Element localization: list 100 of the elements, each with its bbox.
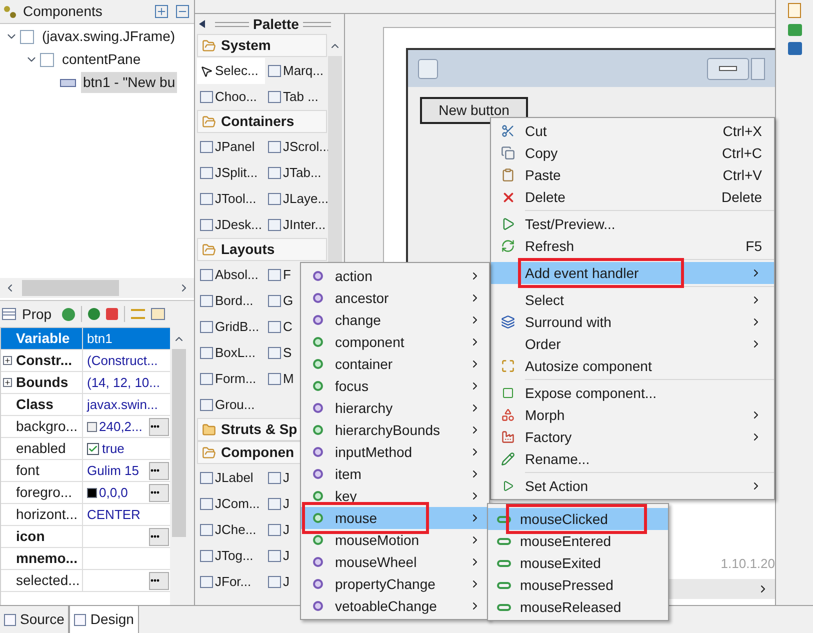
palette-item[interactable]: GridB... [197, 314, 265, 340]
menu-item[interactable]: mouseReleased [488, 596, 668, 618]
menu-item[interactable]: mouseExited [488, 552, 668, 574]
palette-item[interactable]: Grou... [197, 392, 265, 418]
edit-button[interactable] [149, 462, 169, 480]
menu-item[interactable]: mouseClicked [488, 508, 668, 530]
tree-item[interactable]: contentPane [60, 49, 143, 70]
edit-button[interactable] [149, 418, 169, 436]
palette-item[interactable]: JLabel [197, 465, 265, 491]
property-row[interactable]: enabled true [1, 438, 170, 460]
scissors-icon [501, 124, 515, 138]
menu-item[interactable]: Surround with [491, 311, 774, 333]
palette-item[interactable]: Tab ... [265, 84, 329, 110]
palette-item[interactable]: JInter... [265, 212, 329, 238]
palette-item[interactable]: JTool... [197, 186, 265, 212]
property-name: backgro... [16, 417, 78, 436]
menu-item[interactable]: mouseEntered [488, 530, 668, 552]
edit-button[interactable] [149, 484, 169, 502]
property-row[interactable]: Variable btn1 [1, 328, 170, 350]
menu-item[interactable]: Set Action [491, 475, 774, 497]
edit-button[interactable] [149, 572, 169, 590]
table-icon [2, 308, 16, 320]
widget-icon [200, 373, 213, 385]
property-row[interactable]: selected... [1, 570, 170, 592]
widget-icon [268, 347, 281, 359]
menu-item[interactable]: mousePressed [488, 574, 668, 596]
property-row[interactable]: Constr... (Construct... [1, 350, 170, 372]
widget-icon [200, 321, 213, 333]
property-row[interactable]: font Gulim 15 [1, 460, 170, 482]
edit-button[interactable] [149, 528, 169, 546]
tree-item[interactable]: (javax.swing.JFrame) [40, 26, 178, 47]
widget-icon [268, 65, 281, 77]
widget-icon [200, 193, 213, 205]
minimize-button[interactable] [707, 58, 749, 80]
palette-item[interactable]: JChe... [197, 517, 265, 543]
menu-item[interactable]: Morph [491, 404, 774, 426]
refresh-icon [501, 239, 515, 253]
expand-icon[interactable] [3, 378, 12, 387]
menu-item[interactable]: vetoableChange [301, 595, 489, 617]
components-icon [3, 4, 17, 18]
menu-item[interactable]: Refresh F5 [491, 235, 774, 257]
component-icon [60, 78, 76, 86]
palette-item[interactable]: JScrol... [265, 134, 329, 160]
menu-item[interactable]: mouse [301, 507, 489, 529]
property-row[interactable]: backgro... 240,2... [1, 416, 170, 438]
menu-item[interactable]: Autosize component [491, 355, 774, 377]
palette-item[interactable]: JSplit... [197, 160, 265, 186]
property-row[interactable]: foregro... 0,0,0 [1, 482, 170, 504]
palette-item[interactable]: Marq... [265, 58, 329, 84]
palette-item[interactable]: JLaye... [265, 186, 329, 212]
palette-title: Palette [253, 14, 299, 34]
palette-item[interactable]: JPanel [197, 134, 265, 160]
palette-item[interactable]: JCom... [197, 491, 265, 517]
collapse-palette-icon[interactable] [199, 20, 205, 28]
palette-item[interactable]: Form... [197, 366, 265, 392]
palette-item[interactable]: Selec... [197, 58, 265, 84]
menu-item[interactable]: Factory [491, 426, 774, 448]
widget-icon [268, 498, 281, 510]
property-value: Gulim 15 [87, 462, 140, 480]
property-value: javax.swin... [87, 396, 158, 414]
palette-category[interactable]: Containers [197, 110, 327, 133]
property-name: font [16, 461, 40, 480]
menu-item[interactable]: Select [491, 289, 774, 311]
menu-item[interactable]: Paste Ctrl+V [491, 164, 774, 186]
new-button[interactable]: New button [420, 97, 528, 124]
property-name: Variable [16, 329, 70, 348]
scrollbar[interactable] [0, 278, 194, 298]
widget-icon [200, 576, 213, 588]
menu-item[interactable]: Test/Preview... [491, 213, 774, 235]
menu-item[interactable]: Delete Delete [491, 186, 774, 208]
editor-tab[interactable]: Design [69, 606, 139, 633]
menu-item[interactable]: Copy Ctrl+C [491, 142, 774, 164]
panel-title: Prop [22, 304, 53, 324]
palette-item[interactable]: Bord... [197, 288, 265, 314]
palette-item[interactable]: Choo... [197, 84, 265, 110]
palette-item[interactable]: JFor... [197, 569, 265, 595]
property-name: Class [16, 395, 54, 414]
palette-item[interactable]: JDesk... [197, 212, 265, 238]
property-value: CENTER [87, 506, 140, 524]
palette-category[interactable]: Layouts [197, 238, 327, 261]
widget-icon [200, 550, 213, 562]
property-row[interactable]: icon [1, 526, 170, 548]
palette-item[interactable]: Absol... [197, 262, 265, 288]
tab-icon [74, 614, 86, 626]
palette-item[interactable]: BoxL... [197, 340, 265, 366]
expand-all-icon[interactable] [155, 5, 168, 18]
menu-item[interactable]: hierarchy [301, 397, 489, 419]
checkbox[interactable] [87, 442, 99, 454]
resize-icon [501, 359, 515, 373]
expand-icon[interactable] [3, 356, 12, 365]
property-row[interactable]: Bounds (14, 12, 10... [1, 372, 170, 394]
menu-item[interactable]: Order [491, 333, 774, 355]
palette-item[interactable]: JTog... [197, 543, 265, 569]
menu-item[interactable]: Expose component... [491, 382, 774, 404]
menu-item[interactable]: Rename... [491, 448, 774, 470]
tree-item[interactable]: btn1 - "New bu [81, 72, 178, 93]
palette-item[interactable]: JTab... [265, 160, 329, 186]
menu-item[interactable]: Add event handler [491, 262, 774, 284]
palette-category[interactable]: System [197, 34, 327, 57]
collapse-all-icon[interactable] [176, 5, 189, 18]
